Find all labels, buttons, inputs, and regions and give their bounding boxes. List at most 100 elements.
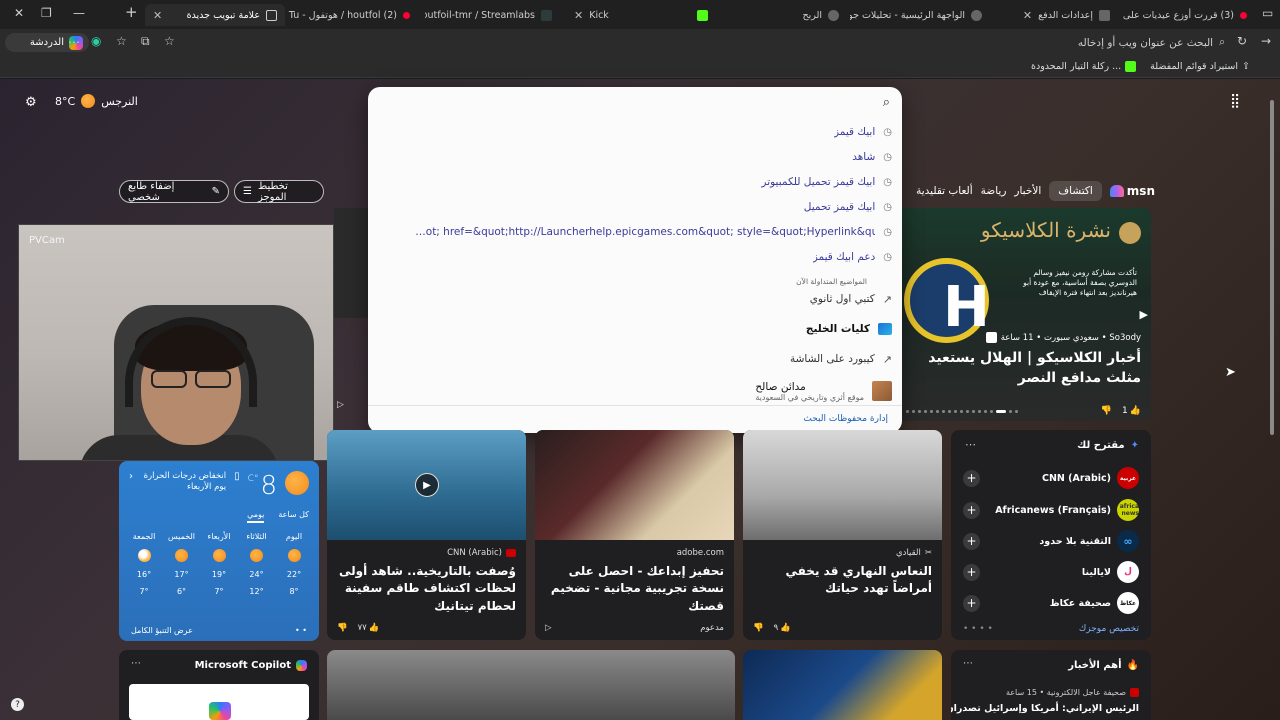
favorites-icon[interactable]: ☆ (116, 34, 127, 48)
dislike-icon[interactable]: 👎 (1101, 406, 1112, 416)
tab-daily[interactable]: يومي (247, 510, 265, 523)
close-tab-icon[interactable]: ✕ (1023, 9, 1032, 22)
source-logo: ∞ (1117, 530, 1139, 552)
like-button[interactable]: 👍 ٧٧ (358, 623, 380, 633)
nav-casual-games[interactable]: ألعاب تقليدية (916, 185, 973, 197)
history-text: ابيك قيمز تحميل (803, 201, 876, 213)
source-logo-icon (1130, 688, 1139, 697)
more-menu-icon[interactable]: ⋯ (68, 35, 80, 49)
weather-card[interactable]: 8 °C ▯ انخفاض درجات الحرارة يوم الأربعاء … (119, 461, 319, 641)
suggested-footer: تخصيص موجزك • • • • (963, 624, 1139, 634)
suggested-sources-card: ✦ مقترح لك ⋯ عربية CNN (Arabic) + africa … (951, 430, 1151, 640)
more-options-icon[interactable]: ⋯ (131, 658, 141, 669)
copilot-card[interactable]: Microsoft Copilot ⋯ (119, 650, 319, 720)
close-tab-icon[interactable]: ✕ (574, 9, 583, 22)
close-window-icon[interactable]: ✕ (14, 6, 24, 20)
tab-analytics[interactable]: الواجهة الرئيسية - تحليلات جوا ✕ (850, 4, 990, 26)
personalize-button[interactable]: إضفاء طابع شخصي ✎ (119, 180, 229, 203)
nav-sports[interactable]: رياضة (981, 185, 1007, 197)
add-favorite-icon[interactable]: ☆ (164, 34, 175, 48)
refresh-icon[interactable]: ↻ (1237, 34, 1247, 48)
bookmark-item[interactable]: استيراد قوائم المفضلة ⇪ (1150, 61, 1250, 72)
msn-logo[interactable]: msn (1109, 184, 1155, 198)
full-forecast-link[interactable]: عرض التنبؤ الكامل (131, 626, 193, 635)
minimize-window-icon[interactable]: — (73, 6, 85, 20)
source-logo: عكاظ (1117, 592, 1139, 614)
tab-streamlabs[interactable]: houtfoil-tmr / Streamlabs ✕ (425, 4, 560, 26)
tab-hourly[interactable]: كل ساعة (278, 510, 309, 523)
back-icon[interactable]: → (1261, 34, 1271, 48)
partly-cloudy-icon (137, 549, 151, 562)
trending-item[interactable]: كيبورد على الشاشة ↗ (378, 348, 892, 370)
customize-feed-link[interactable]: تخصيص موجزك (1079, 624, 1139, 634)
news-card[interactable]: ▶ CNN (Arabic) وُصفت بالتاريخية.. شاهد أ… (327, 430, 526, 640)
news-card-image[interactable] (327, 650, 735, 720)
chevron-left-icon[interactable]: ‹ (129, 471, 133, 482)
follow-plus-icon[interactable]: + (963, 469, 980, 487)
follow-plus-icon[interactable]: + (963, 594, 980, 612)
follow-plus-icon[interactable]: + (963, 532, 980, 550)
follow-plus-icon[interactable]: + (963, 501, 980, 519)
scroll-thumb[interactable] (1270, 100, 1274, 435)
like-button[interactable]: 👍 ٩ (774, 623, 791, 633)
dislike-icon[interactable]: 👎 (337, 623, 348, 633)
carousel-next-icon[interactable]: ▶ (1140, 308, 1148, 321)
history-clock-icon: ◷ (883, 201, 892, 213)
address-bar[interactable]: البحث عن عنوان ويب أو إدخاله ⌕ (180, 33, 1225, 52)
extension-icon[interactable]: ◉ (91, 34, 101, 48)
top-news-card[interactable]: 🔥 أهم الأخبار ⋯ صحيفة عاجل الالكترونية •… (951, 650, 1151, 720)
bookmark-item[interactable]: ركلة التيار المحدودة ... (1031, 61, 1137, 72)
history-item[interactable]: ابيك قيمز ◷ (378, 121, 892, 143)
more-options-icon[interactable]: ⋯ (965, 438, 976, 451)
play-icon[interactable]: ▶ (415, 473, 439, 497)
weather-city: النرجس (101, 94, 138, 108)
more-options-icon[interactable]: ⋯ (963, 658, 973, 669)
place-subtitle: موقع أثري وتاريخي في السعودية (755, 392, 864, 402)
carousel-dots[interactable] (906, 410, 1018, 413)
nav-discover[interactable]: اكتشاف (1049, 181, 1102, 201)
news-card-image[interactable] (743, 650, 942, 720)
history-item[interactable]: ابيك قيمز تحميل ◷ (378, 196, 892, 218)
nav-news[interactable]: الأخبار (1014, 185, 1041, 197)
history-item[interactable]: …ot; href=&quot;http://Launcherhelp.epic… (378, 221, 892, 243)
tab-actions-icon[interactable]: ▭ (1262, 6, 1273, 20)
copilot-title: Microsoft Copilot (194, 660, 291, 671)
tab-youtube-houtfol[interactable]: (2) houtfol / هوتفول - YouTu (288, 4, 418, 26)
settings-gear-icon[interactable]: ⚙ (25, 95, 37, 110)
ad-choices-icon[interactable]: ▷ (545, 623, 552, 633)
collections-icon[interactable]: ⧉ (141, 34, 150, 49)
news-card[interactable]: ✂ القيادي النعاس النهاري قد يخفي أمراضاً… (743, 430, 942, 640)
place-suggestion[interactable]: مدائن صالح موقع أثري وتاريخي في السعودية (378, 376, 892, 406)
tab-earnings[interactable]: الربح (722, 4, 847, 26)
hero-card[interactable]: H نشرة الكلاسيكو تأكدت مشاركة رومن نيفيز… (898, 208, 1151, 421)
like-button[interactable]: 1 👍 (1122, 406, 1141, 416)
history-item[interactable]: شاهد ◷ (378, 146, 892, 168)
tab-title: (2) houtfol / هوتفول - YouTu (288, 9, 397, 21)
tab-youtube-giveaway[interactable]: (3) قررت أوزع عيديات على ال ✕ (1120, 4, 1255, 26)
feed-layout-button[interactable]: ☰ تخطيط الموجز (234, 180, 324, 203)
dislike-icon[interactable]: 👎 (753, 623, 764, 633)
history-item[interactable]: دعم ابيك قيمز ◷ (378, 246, 892, 268)
trending-item[interactable]: كليات الخليج (378, 318, 892, 340)
apps-grid-icon[interactable]: ⣿ (1230, 93, 1240, 109)
search-icon: ⌕ (1219, 36, 1225, 48)
top-news-source-text: صحيفة عاجل الالكترونية • 15 ساعة (1005, 688, 1126, 697)
tab-payment-settings[interactable]: إعدادات الدفع ✕ (993, 4, 1118, 26)
follow-plus-icon[interactable]: + (963, 563, 980, 581)
hero-title[interactable]: أخبار الكلاسيكو | الهلال يستعيد مثلث مدا… (903, 349, 1141, 388)
weather-widget[interactable]: 8°C النرجس (55, 94, 138, 108)
close-tab-icon[interactable]: ✕ (153, 9, 162, 22)
help-icon[interactable]: ? (11, 698, 24, 711)
sponsored-card[interactable]: adobe.com تحفيز إبداعك - احصل على نسخة ت… (535, 430, 734, 640)
tab-new-tab[interactable]: علامة تبويب جديدة ✕ (145, 4, 285, 26)
tab-kick[interactable]: ✕ Kick (566, 4, 716, 26)
site-icon (828, 9, 839, 21)
trending-arrow-icon: ↗ (882, 292, 892, 306)
new-tab-button[interactable]: + (125, 3, 138, 21)
like-count: ٩ (773, 623, 779, 633)
page-scrollbar[interactable] (1268, 80, 1278, 720)
trending-item[interactable]: كتبي اول ثانوي ↗ (378, 288, 892, 310)
manage-search-history-link[interactable]: إدارة محفوظات البحث (803, 414, 888, 424)
restore-window-icon[interactable]: ❐ (41, 6, 52, 20)
history-item[interactable]: ابيك قيمز تحميل للكمبيوتر ◷ (378, 171, 892, 193)
